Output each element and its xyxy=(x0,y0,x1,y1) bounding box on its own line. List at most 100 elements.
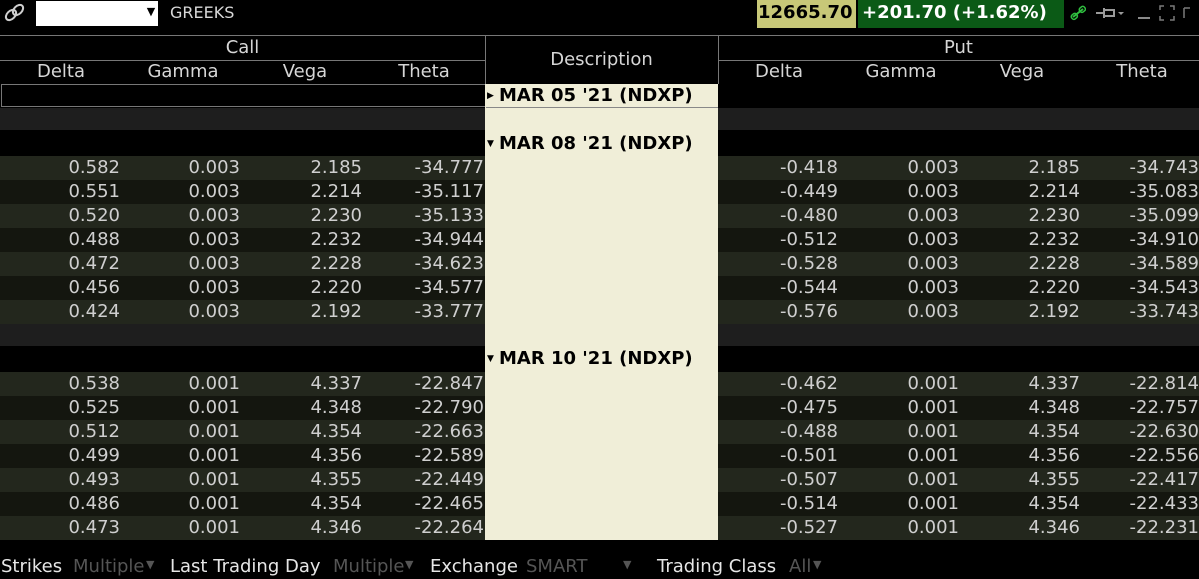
call-gamma-cell[interactable]: 0.001 xyxy=(188,373,240,394)
put-gamma-cell[interactable]: 0.001 xyxy=(907,517,959,538)
call-gamma-cell[interactable]: 0.001 xyxy=(188,469,240,490)
put-delta-cell[interactable]: -0.514 xyxy=(780,493,838,514)
chain-link-icon[interactable] xyxy=(2,2,28,24)
call-vega-cell[interactable]: 2.230 xyxy=(310,205,362,226)
call-theta-cell[interactable]: -35.117 xyxy=(415,181,484,202)
put-theta-cell[interactable]: -35.099 xyxy=(1130,205,1199,226)
call-vega-cell[interactable]: 2.192 xyxy=(310,301,362,322)
put-theta-cell[interactable]: -22.757 xyxy=(1130,397,1199,418)
call-vega-cell[interactable]: 4.354 xyxy=(310,493,362,514)
maximize-icon[interactable] xyxy=(1158,4,1176,22)
call-delta-cell[interactable]: 0.499 xyxy=(68,445,120,466)
trading-class-select[interactable]: All xyxy=(789,556,811,577)
expiry-header-mar08[interactable]: ▼ MAR 08 '21 (NDXP) xyxy=(487,133,693,154)
put-theta-cell[interactable]: -22.630 xyxy=(1130,421,1199,442)
call-theta-cell[interactable]: -22.847 xyxy=(415,373,484,394)
exchange-select[interactable]: SMART xyxy=(526,556,587,577)
call-vega-cell[interactable]: 2.232 xyxy=(310,229,362,250)
put-vega-cell[interactable]: 2.220 xyxy=(1028,277,1080,298)
put-vega-cell[interactable]: 2.185 xyxy=(1028,157,1080,178)
call-gamma-cell[interactable]: 0.003 xyxy=(188,301,240,322)
put-vega-cell[interactable]: 2.192 xyxy=(1028,301,1080,322)
call-gamma-cell[interactable]: 0.003 xyxy=(188,205,240,226)
put-gamma-cell[interactable]: 0.003 xyxy=(907,157,959,178)
put-vega-cell[interactable]: 2.232 xyxy=(1028,229,1080,250)
put-delta-header[interactable]: Delta xyxy=(738,61,820,82)
call-theta-cell[interactable]: -33.777 xyxy=(415,301,484,322)
strikes-select[interactable]: Multiple xyxy=(73,556,145,577)
call-delta-cell[interactable]: 0.456 xyxy=(68,277,120,298)
put-theta-cell[interactable]: -22.417 xyxy=(1130,469,1199,490)
put-theta-cell[interactable]: -22.231 xyxy=(1130,517,1199,538)
put-delta-cell[interactable]: -0.418 xyxy=(780,157,838,178)
put-theta-cell[interactable]: -22.556 xyxy=(1130,445,1199,466)
call-delta-cell[interactable]: 0.493 xyxy=(68,469,120,490)
call-vega-cell[interactable]: 4.348 xyxy=(310,397,362,418)
call-gamma-cell[interactable]: 0.001 xyxy=(188,445,240,466)
call-theta-cell[interactable]: -34.577 xyxy=(415,277,484,298)
call-delta-cell[interactable]: 0.520 xyxy=(68,205,120,226)
chevron-down-icon[interactable]: ▼ xyxy=(146,558,154,571)
description-header[interactable]: Description xyxy=(485,49,718,70)
call-vega-cell[interactable]: 4.356 xyxy=(310,445,362,466)
put-delta-cell[interactable]: -0.501 xyxy=(780,445,838,466)
put-gamma-cell[interactable]: 0.003 xyxy=(907,301,959,322)
put-vega-cell[interactable]: 2.214 xyxy=(1028,181,1080,202)
call-delta-cell[interactable]: 0.473 xyxy=(68,517,120,538)
put-gamma-cell[interactable]: 0.003 xyxy=(907,181,959,202)
call-vega-cell[interactable]: 4.354 xyxy=(310,421,362,442)
put-vega-cell[interactable]: 4.354 xyxy=(1028,421,1080,442)
collapse-arrow-icon[interactable]: ▶ xyxy=(487,91,499,101)
put-vega-cell[interactable]: 4.348 xyxy=(1028,397,1080,418)
call-delta-cell[interactable]: 0.472 xyxy=(68,253,120,274)
put-delta-cell[interactable]: -0.462 xyxy=(780,373,838,394)
put-delta-cell[interactable]: -0.527 xyxy=(780,517,838,538)
put-theta-cell[interactable]: -34.743 xyxy=(1130,157,1199,178)
call-vega-cell[interactable]: 2.214 xyxy=(310,181,362,202)
call-gamma-cell[interactable]: 0.001 xyxy=(188,493,240,514)
put-vega-cell[interactable]: 4.354 xyxy=(1028,493,1080,514)
put-vega-cell[interactable]: 4.346 xyxy=(1028,517,1080,538)
put-delta-cell[interactable]: -0.512 xyxy=(780,229,838,250)
call-delta-cell[interactable]: 0.551 xyxy=(68,181,120,202)
put-theta-cell[interactable]: -35.083 xyxy=(1130,181,1199,202)
call-theta-cell[interactable]: -22.264 xyxy=(415,517,484,538)
put-delta-cell[interactable]: -0.544 xyxy=(780,277,838,298)
put-gamma-cell[interactable]: 0.003 xyxy=(907,277,959,298)
expiry-header-mar10[interactable]: ▼ MAR 10 '21 (NDXP) xyxy=(487,348,693,369)
put-theta-cell[interactable]: -22.814 xyxy=(1130,373,1199,394)
put-vega-cell[interactable]: 2.228 xyxy=(1028,253,1080,274)
expand-arrow-icon[interactable]: ▼ xyxy=(487,354,499,364)
symbol-dropdown-arrow-icon[interactable]: ▼ xyxy=(145,5,157,19)
pin-icon[interactable] xyxy=(1094,4,1124,22)
call-theta-cell[interactable]: -22.449 xyxy=(415,469,484,490)
call-delta-cell[interactable]: 0.582 xyxy=(68,157,120,178)
call-delta-cell[interactable]: 0.538 xyxy=(68,373,120,394)
put-vega-cell[interactable]: 2.230 xyxy=(1028,205,1080,226)
call-theta-cell[interactable]: -22.790 xyxy=(415,397,484,418)
put-vega-cell[interactable]: 4.356 xyxy=(1028,445,1080,466)
symbol-input[interactable] xyxy=(36,1,158,26)
put-delta-cell[interactable]: -0.507 xyxy=(780,469,838,490)
put-delta-cell[interactable]: -0.475 xyxy=(780,397,838,418)
put-vega-header[interactable]: Vega xyxy=(982,61,1062,82)
expiry-header-mar05[interactable]: ▶ MAR 05 '21 (NDXP) xyxy=(487,85,693,106)
close-icon[interactable] xyxy=(1182,4,1198,22)
link-icon[interactable] xyxy=(1070,4,1087,22)
put-gamma-cell[interactable]: 0.003 xyxy=(907,229,959,250)
call-vega-cell[interactable]: 4.355 xyxy=(310,469,362,490)
call-vega-cell[interactable]: 4.346 xyxy=(310,517,362,538)
put-gamma-cell[interactable]: 0.003 xyxy=(907,253,959,274)
put-gamma-cell[interactable]: 0.001 xyxy=(907,445,959,466)
call-gamma-header[interactable]: Gamma xyxy=(138,61,228,82)
call-theta-cell[interactable]: -34.777 xyxy=(415,157,484,178)
put-delta-cell[interactable]: -0.576 xyxy=(780,301,838,322)
call-gamma-cell[interactable]: 0.001 xyxy=(188,397,240,418)
put-theta-header[interactable]: Theta xyxy=(1102,61,1182,82)
put-delta-cell[interactable]: -0.488 xyxy=(780,421,838,442)
put-gamma-cell[interactable]: 0.001 xyxy=(907,493,959,514)
put-gamma-cell[interactable]: 0.001 xyxy=(907,373,959,394)
put-gamma-cell[interactable]: 0.001 xyxy=(907,469,959,490)
call-gamma-cell[interactable]: 0.003 xyxy=(188,229,240,250)
put-vega-cell[interactable]: 4.355 xyxy=(1028,469,1080,490)
